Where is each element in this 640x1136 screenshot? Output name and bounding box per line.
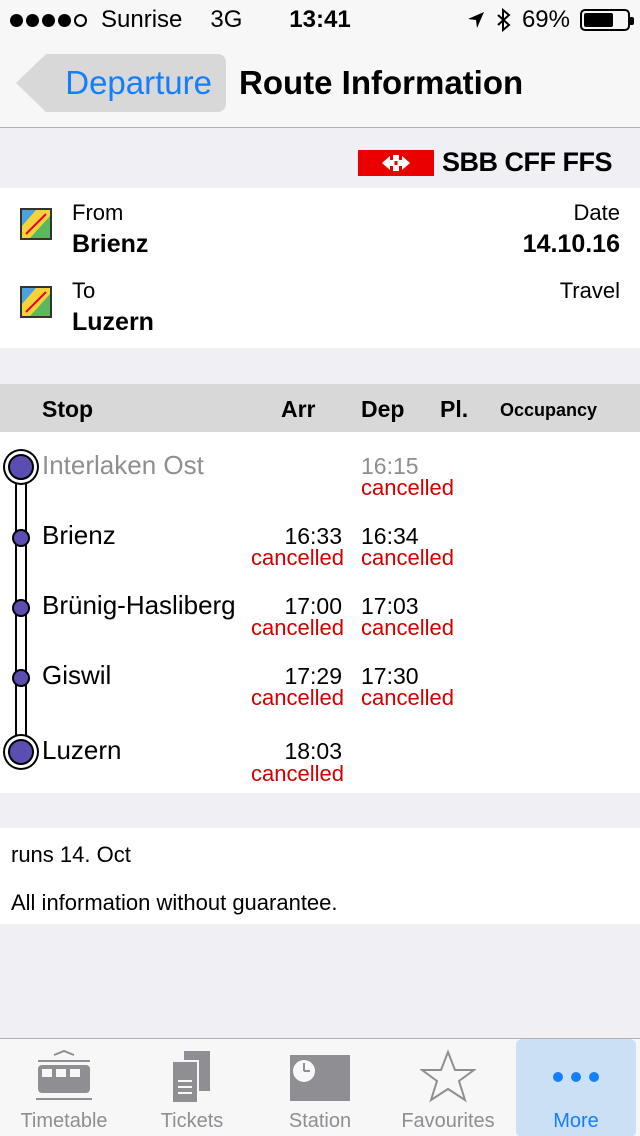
header-stop: Stop [42, 396, 94, 422]
arrival-status: cancelled [251, 761, 344, 786]
tab-label: Tickets [160, 1110, 224, 1132]
stop-marker [12, 529, 30, 547]
date-value: 14.10.16 [522, 230, 620, 258]
tab-bar: Timetable Tickets Station Favourites Mor… [0, 1038, 640, 1136]
tickets-icon [171, 1051, 210, 1104]
battery-percent: 69% [521, 6, 570, 33]
stop-marker [12, 669, 30, 687]
battery-level [584, 13, 613, 27]
header-arrival: Arr [281, 396, 316, 422]
arrival-status: cancelled [251, 545, 344, 570]
arrival-status: cancelled [251, 615, 344, 640]
brand-name: SBB CFF FFS [442, 147, 613, 177]
sbb-logo: SBB CFF FFS [358, 147, 613, 178]
stop-name: Brünig-Hasliberg [42, 590, 236, 620]
tab-label: More [553, 1110, 599, 1132]
tab-more[interactable]: More [516, 1039, 636, 1136]
back-button[interactable]: Departure [16, 54, 226, 112]
train-icon [36, 1049, 92, 1100]
to-value: Luzern [72, 308, 154, 336]
navigation-bar: Departure Route Information [0, 40, 640, 128]
disclaimer-text: All information without guarantee. [11, 890, 338, 915]
more-dots-icon [553, 1072, 599, 1082]
stop-marker [8, 454, 34, 480]
stop-marker [8, 739, 34, 765]
stop-name: Giswil [42, 660, 112, 690]
map-icon [20, 286, 52, 318]
departure-status: cancelled [361, 615, 454, 640]
stops-table-header: Stop Arr Dep Pl. Occupancy [0, 384, 640, 432]
stop-name: Luzern [42, 735, 122, 765]
status-right: 69% [466, 6, 634, 34]
tab-station[interactable]: Station [256, 1039, 384, 1136]
departure-status: cancelled [361, 685, 454, 710]
trip-info: runs 14. Oct All information without gua… [0, 828, 640, 924]
stop-name: Interlaken Ost [42, 450, 204, 480]
star-icon [420, 1049, 476, 1103]
tab-favourites[interactable]: Favourites [384, 1039, 512, 1136]
from-value: Brienz [72, 230, 149, 258]
stop-name: Brienz [42, 520, 116, 550]
stop-marker [12, 599, 30, 617]
stops-list: Interlaken Ost 16:15 cancelled Brienz 16… [0, 432, 640, 793]
header-departure: Dep [361, 396, 405, 422]
tab-label: Timetable [20, 1110, 108, 1132]
route-summary: From Brienz Date 14.10.16 To Luzern Trav… [0, 188, 640, 348]
header-platform: Pl. [440, 396, 469, 422]
status-bar: Sunrise 3G 13:41 69% [0, 0, 640, 40]
station-clock-icon [290, 1055, 350, 1101]
date-label: Date [573, 200, 620, 225]
arrival-status: cancelled [251, 685, 344, 710]
map-icon [20, 208, 52, 240]
tab-timetable[interactable]: Timetable [0, 1039, 128, 1136]
battery-icon [580, 9, 634, 31]
tab-tickets[interactable]: Tickets [128, 1039, 256, 1136]
bluetooth-icon [497, 8, 511, 32]
departure-status: cancelled [361, 475, 454, 500]
header-occupancy: Occupancy [500, 400, 598, 420]
tab-label: Favourites [401, 1110, 495, 1132]
runs-text: runs 14. Oct [11, 842, 131, 867]
location-arrow-icon [467, 12, 484, 28]
from-label: From [72, 200, 124, 225]
page-title: Route Information [239, 64, 524, 101]
travel-label: Travel [559, 278, 620, 303]
brand-strip: SBB CFF FFS [0, 129, 640, 187]
sbb-arrows-icon [358, 149, 434, 176]
to-label: To [72, 278, 96, 303]
tab-label: Station [288, 1110, 352, 1132]
departure-status: cancelled [361, 545, 454, 570]
